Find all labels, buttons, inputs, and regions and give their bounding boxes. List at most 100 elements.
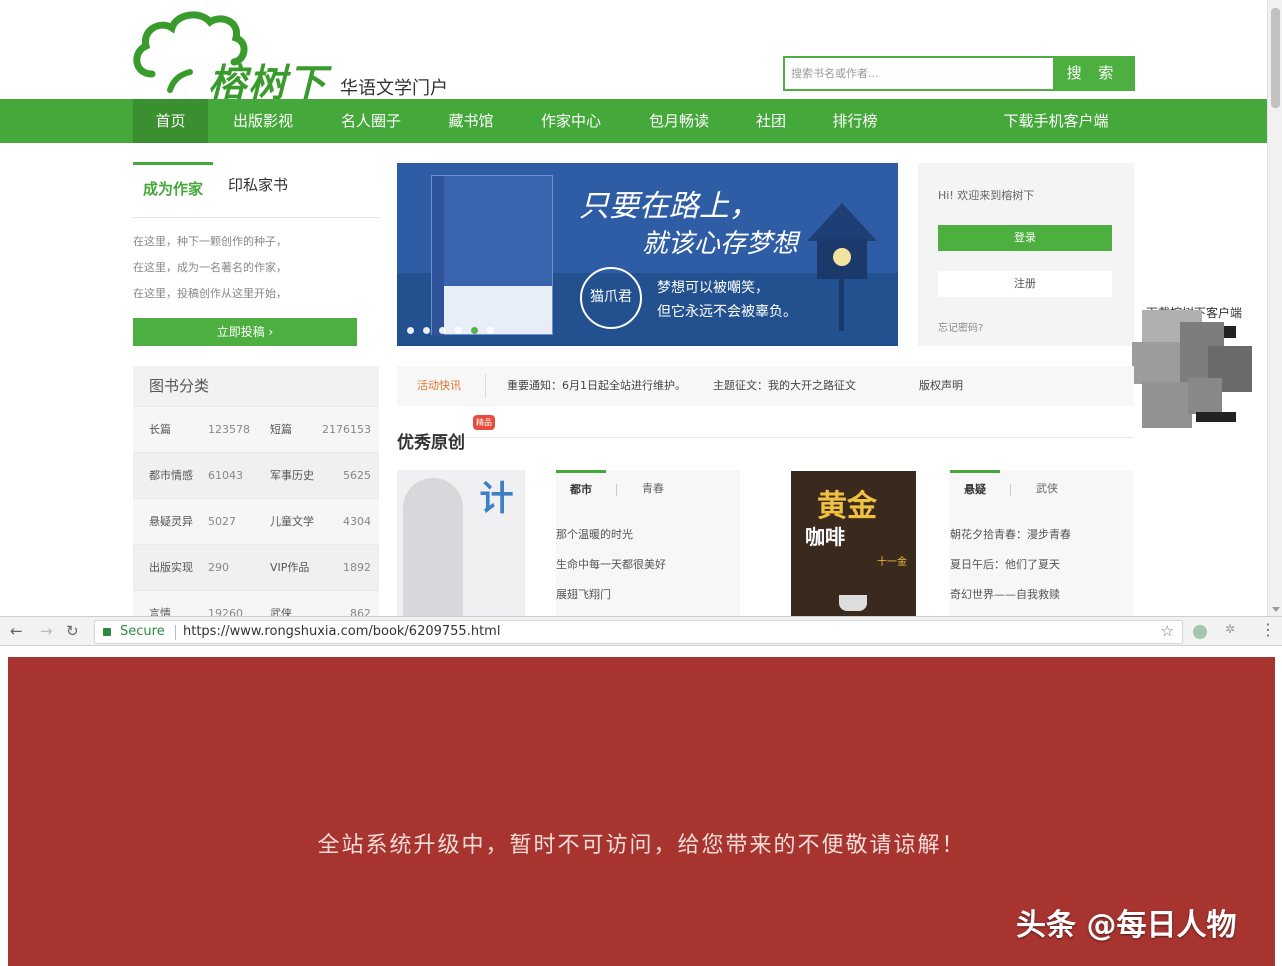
lock-icon (103, 628, 111, 636)
nav-item-library[interactable]: 藏书馆 (436, 99, 506, 143)
promo-banner[interactable]: 只要在路上， 就该心存梦想 猫爪君 梦想可以被嘲笑， 但它永远不会被辜负。 (397, 163, 898, 346)
tab-suspense[interactable]: 悬疑 (950, 470, 1000, 508)
nav-item-ranking[interactable]: 排行榜 (822, 99, 888, 143)
forgot-password-link[interactable]: 忘记密码? (938, 319, 983, 334)
main-nav: 首页 出版影视 名人圈子 藏书馆 作家中心 包月畅读 社团 排行榜 下载手机客户… (0, 99, 1267, 143)
announcement-bar: 活动快讯 重要通知：6月1日起全站进行维护。 主题征文：我的大开之路征文 版权声… (397, 366, 1134, 406)
banner-dot[interactable] (487, 327, 494, 334)
banner-headline: 只要在路上， (579, 189, 759, 224)
banner-headline-2: 就该心存梦想 (642, 229, 799, 259)
nav-item-download-app[interactable]: 下载手机客户端 (990, 99, 1122, 143)
category-link[interactable]: 军事历史 (270, 453, 314, 499)
category-link[interactable]: 都市情感 (149, 453, 193, 499)
login-panel: Hi! 欢迎来到榕树下 登录 注册 忘记密码? (918, 163, 1134, 346)
coffee-cup-icon (839, 595, 867, 611)
url-text[interactable]: https://www.rongshuxia.com/book/6209755.… (183, 624, 500, 639)
banner-subtitle: 但它永远不会被辜负。 (657, 304, 797, 320)
category-link[interactable]: 儿童文学 (270, 499, 314, 545)
nav-item-monthly[interactable]: 包月畅读 (638, 99, 720, 143)
category-row: 都市情感 61043 军事历史 5625 (133, 452, 379, 498)
book-cover-2[interactable]: 黄金 咖啡 十一金 (791, 471, 916, 616)
banner-subtitle: 梦想可以被嘲笑， (657, 280, 769, 296)
category-row: 出版实现 290 VIP作品 1892 (133, 544, 379, 590)
writer-tabs: 成为作家 印私家书 (133, 162, 379, 218)
nav-item-author-center[interactable]: 作家中心 (530, 99, 612, 143)
category-link[interactable]: 言情 (149, 591, 171, 616)
announcement-link[interactable]: 主题征文：我的大开之路征文 (713, 366, 856, 406)
category-link[interactable]: 悬疑灵异 (149, 499, 193, 545)
tab-private-book[interactable]: 印私家书 (228, 162, 288, 218)
hot-badge: 精品 (473, 415, 495, 430)
banner-dot-active[interactable] (471, 327, 478, 334)
tab-wuxia[interactable]: 武侠 (1036, 470, 1058, 508)
category-count: 290 (208, 561, 229, 574)
nav-item-clubs[interactable]: 社团 (748, 99, 794, 143)
category-link[interactable]: VIP作品 (270, 545, 309, 591)
category-count: 862 (350, 607, 371, 616)
categories-title: 图书分类 (133, 366, 379, 406)
scrollbar-thumb[interactable] (1271, 8, 1280, 108)
book-cover-title: 咖啡 (805, 525, 845, 549)
nav-item-home[interactable]: 首页 (133, 99, 208, 143)
banner-dot[interactable] (423, 327, 430, 334)
slogan-line: 在这里，成为一名著名的作家， (133, 261, 287, 274)
category-count: 61043 (208, 469, 243, 482)
tab-youth[interactable]: 青春 (642, 470, 664, 508)
nav-item-publish[interactable]: 出版影视 (222, 99, 304, 143)
banner-dot[interactable] (455, 327, 462, 334)
category-link[interactable]: 出版实现 (149, 545, 193, 591)
forward-icon[interactable]: → (40, 623, 53, 639)
book-link[interactable]: 那个温暖的时光 (556, 526, 633, 542)
tab-urban[interactable]: 都市 (556, 470, 606, 508)
writer-slogans: 在这里，种下一颗创作的种子， 在这里，成为一名著名的作家， 在这里，投稿创作从这… (133, 232, 379, 310)
banner-dot[interactable] (407, 327, 414, 334)
announcement-link[interactable]: 重要通知：6月1日起全站进行维护。 (507, 366, 686, 406)
address-bar[interactable]: Secure https://www.rongshuxia.com/book/6… (94, 620, 1183, 644)
category-count: 123578 (208, 423, 250, 436)
maintenance-message: 全站系统升级中，暂时不可访问，给您带来的不便敬请谅解！ (317, 833, 966, 858)
extension-icon[interactable]: ✲ (1225, 622, 1235, 636)
category-count: 5027 (208, 515, 236, 528)
book-list-2: 悬疑 武侠 朝花夕拾青春：漫步青春 夏日午后：他们了夏天 奇幻世界——自我救赎 (950, 470, 1134, 616)
book-link[interactable]: 夏日午后：他们了夏天 (950, 556, 1060, 572)
announcement-link[interactable]: 版权声明 (919, 366, 963, 406)
book-categories: 图书分类 长篇 123578 短篇 2176153 都市情感 61043 军事历… (133, 366, 379, 616)
category-count: 2176153 (322, 423, 371, 436)
book-cover-1[interactable]: 白领心计 (397, 470, 525, 616)
category-count: 5625 (343, 469, 371, 482)
back-icon[interactable]: ← (10, 623, 23, 639)
website-viewport: 榕树下 华语文学门户 搜索书名或作者... 搜 索 首页 出版影视 名人圈子 藏… (0, 0, 1267, 616)
banner-book-cover (431, 175, 553, 336)
category-link[interactable]: 武侠 (270, 591, 292, 616)
category-count: 1892 (343, 561, 371, 574)
scroll-down-icon[interactable] (1272, 607, 1280, 612)
book-link[interactable]: 奇幻世界——自我救赎 (950, 586, 1060, 602)
screenshot: 榕树下 华语文学门户 搜索书名或作者... 搜 索 首页 出版影视 名人圈子 藏… (0, 0, 1282, 966)
book-cover-title: 白领心计 (473, 480, 525, 594)
category-link[interactable]: 长篇 (149, 407, 171, 453)
book-link[interactable]: 生命中每一天都很美好 (556, 556, 666, 572)
extension-icon[interactable] (1193, 625, 1207, 639)
browser-toolbar: ← → ↻ Secure https://www.rongshuxia.com/… (0, 616, 1282, 646)
vertical-scrollbar[interactable] (1267, 0, 1282, 616)
search-button[interactable]: 搜 索 (1053, 58, 1133, 89)
app-qr-code[interactable]: 下载榕树下客户端 (1132, 302, 1252, 430)
category-link[interactable]: 短篇 (270, 407, 292, 453)
browser-menu-icon[interactable]: ⋮ (1260, 621, 1276, 639)
register-button[interactable]: 注册 (938, 271, 1112, 297)
site-logo[interactable]: 榕树下 华语文学门户 (130, 8, 470, 105)
book-link[interactable]: 朝花夕拾青春：漫步青春 (950, 526, 1071, 542)
reload-icon[interactable]: ↻ (66, 623, 79, 639)
nav-item-celebrity[interactable]: 名人圈子 (330, 99, 412, 143)
bookmark-star-icon[interactable]: ☆ (1161, 622, 1174, 640)
login-button[interactable]: 登录 (938, 225, 1112, 251)
brand-tagline: 华语文学门户 (340, 78, 448, 99)
book-cover-title: 黄金 (817, 489, 877, 524)
banner-dot[interactable] (439, 327, 446, 334)
category-row: 悬疑灵异 5027 儿童文学 4304 (133, 498, 379, 544)
category-count: 19260 (208, 607, 243, 616)
tab-become-writer[interactable]: 成为作家 (133, 162, 213, 218)
book-link[interactable]: 展翅飞翔门 (556, 586, 611, 602)
search-input[interactable]: 搜索书名或作者... (785, 58, 1053, 89)
submit-manuscript-button[interactable]: 立即投稿 › (133, 318, 357, 346)
